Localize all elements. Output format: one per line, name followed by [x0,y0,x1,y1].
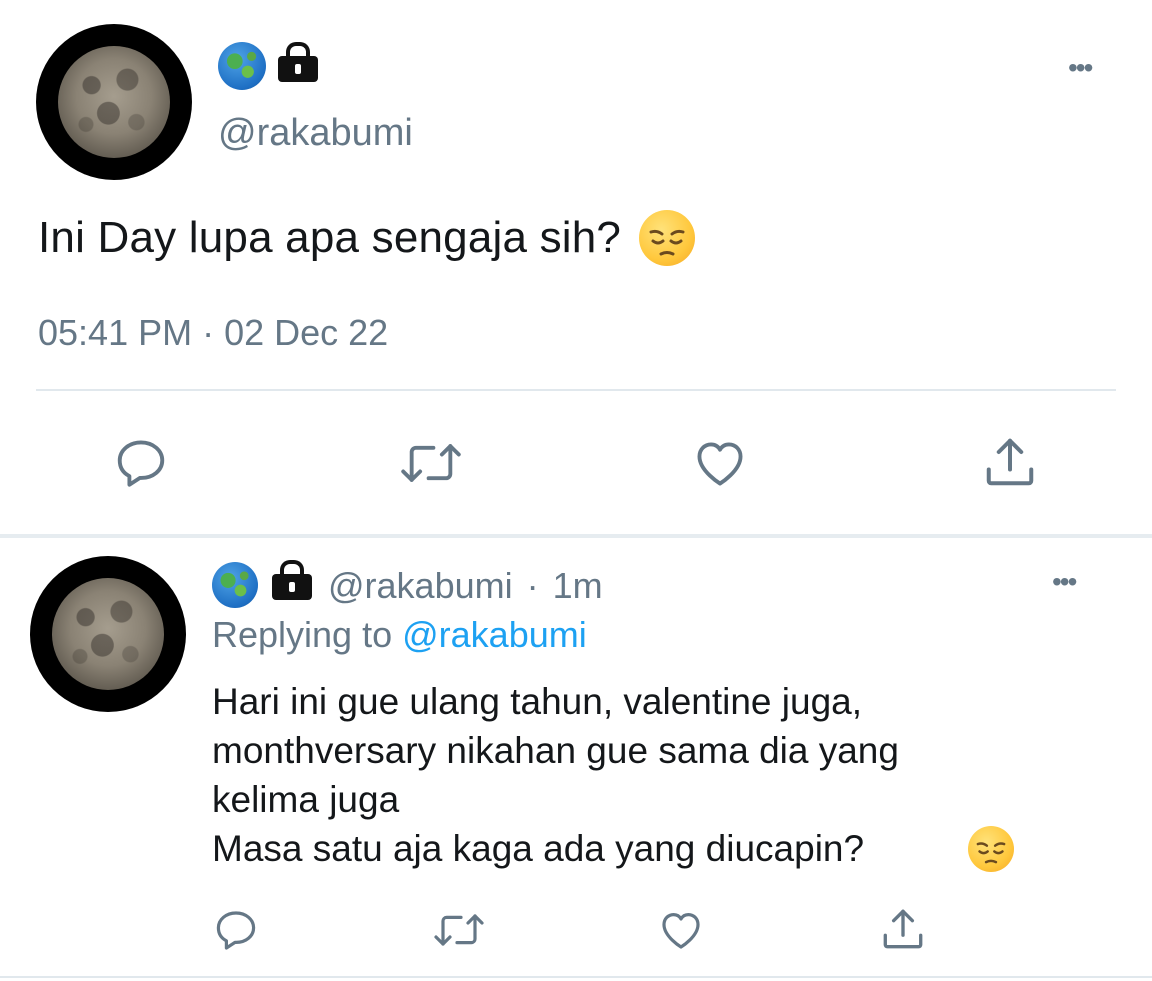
share-icon[interactable] [878,904,928,954]
reply-icon[interactable] [112,434,170,492]
bottom-divider [0,976,1152,978]
globe-icon [212,562,258,608]
lock-icon [276,42,320,82]
share-icon[interactable] [980,432,1040,492]
replying-prefix: Replying to [212,614,393,655]
reply-body: Hari ini gue ulang tahun, valentine juga… [212,677,1112,873]
reply-text: Hari ini gue ulang tahun, valentine juga… [212,681,899,869]
mention-link[interactable]: @rakabumi [402,614,587,655]
more-options-button[interactable]: ••• [1052,566,1077,598]
separator-dot: · [526,565,539,606]
tweet-text-content: Ini Day lupa apa sengaja sih? [38,213,622,262]
tweet-timestamp: 05:41 PM · 02 Dec 22 [38,312,389,353]
moon-image [58,46,170,158]
more-options-button[interactable]: ••• [1068,52,1093,84]
reply-header: @rakabumi · 1m [328,565,603,607]
retweet-icon[interactable] [396,434,466,492]
tweet-age: 1m [552,565,603,606]
retweet-icon[interactable] [430,906,488,954]
pensive-face-emoji [968,826,1014,872]
avatar[interactable] [30,556,186,712]
replying-to: Replying to @rakabumi [212,614,587,656]
user-handle[interactable]: @rakabumi [328,565,513,606]
lock-icon [270,560,314,600]
avatar[interactable] [36,24,192,180]
tweet-separator [0,534,1152,538]
tweet-text: Ini Day lupa apa sengaja sih? [38,210,696,266]
like-icon[interactable] [656,906,706,954]
moon-image [52,578,164,690]
pensive-face-emoji [639,210,696,266]
globe-icon [218,42,266,90]
like-icon[interactable] [690,434,750,492]
user-handle[interactable]: @rakabumi [218,112,413,155]
divider [36,389,1116,391]
reply-icon[interactable] [212,906,260,954]
